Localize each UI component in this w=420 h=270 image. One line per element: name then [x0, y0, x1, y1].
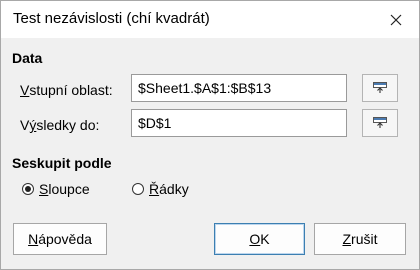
input-range-label: Vstupní oblast:	[20, 82, 113, 98]
help-button[interactable]: Nápověda	[13, 223, 107, 255]
results-to-label: Výsledky do:	[20, 117, 100, 133]
results-to-shrink-button[interactable]	[362, 109, 398, 137]
shrink-icon	[373, 117, 387, 128]
radio-columns-label: Sloupce	[39, 181, 90, 197]
radio-rows-indicator[interactable]	[132, 183, 144, 195]
close-button[interactable]	[373, 1, 419, 38]
shrink-icon	[373, 82, 387, 93]
close-icon	[390, 14, 402, 25]
title-bar: Test nezávislosti (chí kvadrát)	[1, 1, 419, 38]
group-section-title: Seskupit podle	[12, 155, 112, 171]
radio-columns[interactable]: Sloupce	[22, 181, 90, 197]
ok-button[interactable]: OK	[214, 223, 305, 255]
input-range-field[interactable]: $Sheet1.$A$1:$B$13	[131, 74, 347, 102]
cancel-button[interactable]: Zrušit	[314, 223, 406, 255]
input-range-shrink-button[interactable]	[362, 74, 398, 102]
results-to-field[interactable]: $D$1	[131, 109, 347, 137]
dialog-body: Data Vstupní oblast: $Sheet1.$A$1:$B$13 …	[1, 38, 419, 269]
data-section-title: Data	[12, 50, 43, 66]
dialog-window: Test nezávislosti (chí kvadrát) Data Vst…	[0, 0, 420, 270]
radio-rows[interactable]: Řádky	[132, 181, 189, 197]
radio-columns-indicator[interactable]	[22, 183, 34, 195]
dialog-title: Test nezávislosti (chí kvadrát)	[13, 10, 210, 27]
radio-rows-label: Řádky	[149, 181, 189, 197]
